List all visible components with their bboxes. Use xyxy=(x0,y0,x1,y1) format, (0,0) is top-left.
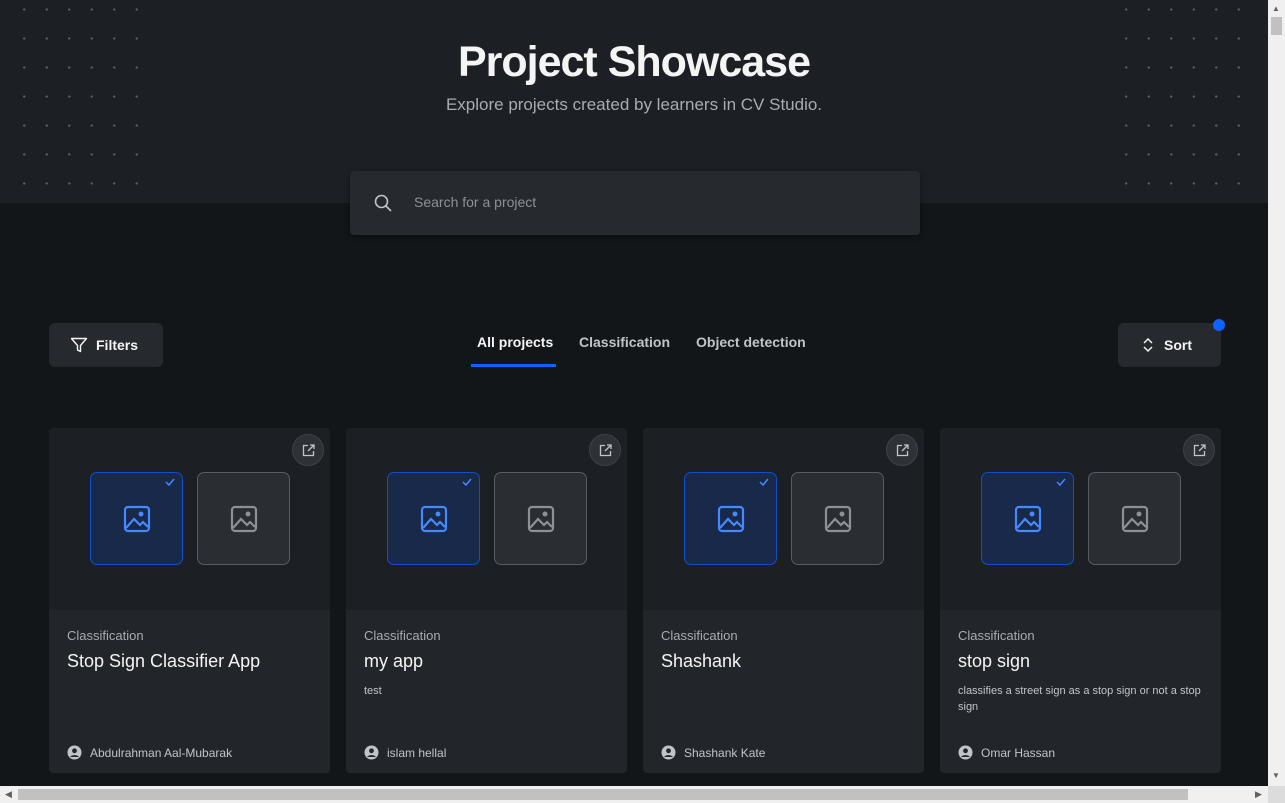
unselected-image-tile xyxy=(791,472,884,565)
project-card[interactable]: Classification Stop Sign Classifier App … xyxy=(49,428,330,773)
check-icon xyxy=(1056,478,1066,486)
sort-button[interactable]: Sort xyxy=(1118,323,1221,367)
user-avatar-icon xyxy=(67,745,82,760)
check-icon xyxy=(759,478,769,486)
search-placeholder: Search for a project xyxy=(414,194,537,210)
selected-image-tile xyxy=(387,472,480,565)
unselected-image-tile xyxy=(1088,472,1181,565)
scrollbar-corner xyxy=(1268,786,1285,803)
card-thumbnail xyxy=(346,428,627,610)
page-title: Project Showcase xyxy=(457,38,811,86)
project-category: Classification xyxy=(67,628,144,643)
card-thumbnail xyxy=(940,428,1221,610)
external-link-icon xyxy=(599,443,612,456)
horizontal-scroll-thumb[interactable] xyxy=(18,789,1188,800)
scroll-left-arrow-icon[interactable]: ◀ xyxy=(5,789,12,800)
tab-all-projects[interactable]: All projects xyxy=(477,334,553,350)
image-icon xyxy=(230,505,257,532)
image-icon xyxy=(1121,505,1148,532)
author-name: Shashank Kate xyxy=(684,745,766,760)
project-author: islam hellal xyxy=(364,745,446,760)
search-icon xyxy=(374,194,392,212)
external-link-icon xyxy=(302,443,315,456)
filters-label: Filters xyxy=(96,337,139,353)
image-icon xyxy=(527,505,554,532)
project-card[interactable]: Classification Shashank Shashank Kate xyxy=(643,428,924,773)
tab-object-detection[interactable]: Object detection xyxy=(696,334,806,350)
horizontal-scrollbar[interactable]: ◀ ▶ xyxy=(0,786,1268,803)
tab-classification[interactable]: Classification xyxy=(579,334,670,350)
check-icon xyxy=(165,478,175,486)
project-category: Classification xyxy=(661,628,738,643)
project-category: Classification xyxy=(364,628,441,643)
selected-image-tile xyxy=(684,472,777,565)
scroll-right-arrow-icon[interactable]: ▶ xyxy=(1255,789,1262,800)
user-avatar-icon xyxy=(958,745,973,760)
sort-label: Sort xyxy=(1164,337,1192,353)
filter-icon xyxy=(70,337,88,353)
scroll-up-arrow-icon[interactable]: ▲ xyxy=(1272,4,1280,13)
author-name: Omar Hassan xyxy=(981,745,1056,760)
user-avatar-icon xyxy=(661,745,676,760)
project-author: Abdulrahman Aal-Mubarak xyxy=(67,745,232,760)
unselected-image-tile xyxy=(494,472,587,565)
page-subtitle: Explore projects created by learners in … xyxy=(445,95,823,114)
user-avatar-icon xyxy=(364,745,379,760)
chevron-up-down-icon xyxy=(1143,337,1153,353)
vertical-scroll-thumb[interactable] xyxy=(1271,17,1282,35)
unselected-image-tile xyxy=(197,472,290,565)
filters-button[interactable]: Filters xyxy=(49,323,163,367)
active-tab-indicator xyxy=(471,364,556,367)
project-card[interactable]: Classification my app test islam hellal xyxy=(346,428,627,773)
selected-image-tile xyxy=(981,472,1074,565)
project-description: test xyxy=(364,685,382,697)
image-icon xyxy=(123,505,150,532)
author-name: islam hellal xyxy=(387,745,447,760)
project-name: Stop Sign Classifier App xyxy=(67,651,261,671)
card-thumbnail xyxy=(49,428,330,610)
external-link-icon xyxy=(1193,443,1206,456)
open-external-button[interactable] xyxy=(589,434,621,466)
open-external-button[interactable] xyxy=(1183,434,1215,466)
image-icon xyxy=(717,505,744,532)
project-description: classifies a street sign as a stop sign … xyxy=(958,685,1201,713)
scroll-down-arrow-icon[interactable]: ▼ xyxy=(1272,771,1280,780)
project-author: Omar Hassan xyxy=(958,745,1055,760)
check-icon xyxy=(462,478,472,486)
external-link-icon xyxy=(896,443,909,456)
author-name: Abdulrahman Aal-Mubarak xyxy=(90,745,233,760)
open-external-button[interactable] xyxy=(292,434,324,466)
project-name: Shashank xyxy=(661,651,742,671)
project-category: Classification xyxy=(958,628,1035,643)
selected-image-tile xyxy=(90,472,183,565)
notification-dot xyxy=(1213,319,1225,331)
image-icon xyxy=(824,505,851,532)
image-icon xyxy=(1014,505,1041,532)
project-card[interactable]: Classification stop sign classifies a st… xyxy=(940,428,1221,773)
card-thumbnail xyxy=(643,428,924,610)
open-external-button[interactable] xyxy=(886,434,918,466)
project-name: my app xyxy=(364,651,424,671)
vertical-scrollbar[interactable]: ▲ ▼ xyxy=(1268,0,1285,786)
project-author: Shashank Kate xyxy=(661,745,765,760)
project-name: stop sign xyxy=(958,651,1031,671)
image-icon xyxy=(420,505,447,532)
search-input[interactable]: Search for a project xyxy=(350,171,920,235)
